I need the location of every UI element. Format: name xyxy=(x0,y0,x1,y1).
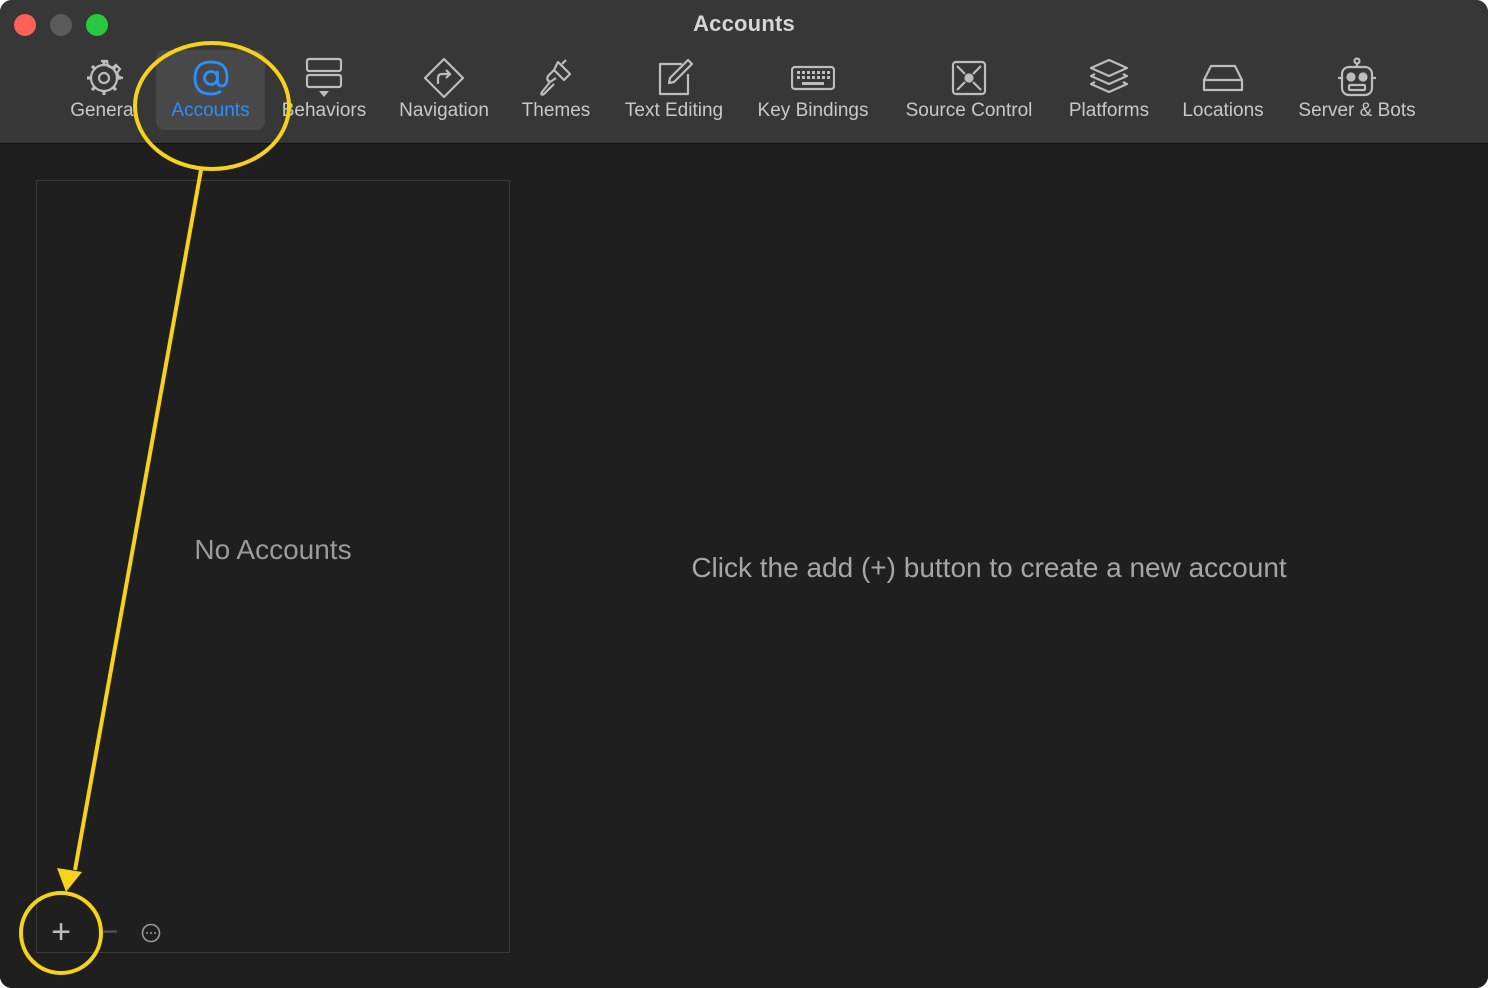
ellipsis-circle-icon xyxy=(140,923,162,948)
robot-icon xyxy=(1335,56,1379,100)
tab-key-bindings[interactable]: Key Bindings xyxy=(746,50,880,130)
tab-label: Navigation xyxy=(399,100,489,121)
tab-platforms[interactable]: Platforms xyxy=(1058,50,1160,130)
tab-label: Text Editing xyxy=(624,100,724,121)
paintbrush-icon xyxy=(534,56,578,100)
navigation-sign-icon xyxy=(422,56,466,100)
tab-themes[interactable]: Themes xyxy=(510,50,602,130)
gear-icon xyxy=(82,56,126,100)
tab-text-editing[interactable]: Text Editing xyxy=(612,50,736,130)
keyboard-icon xyxy=(791,56,835,100)
tab-label: Key Bindings xyxy=(757,100,869,121)
tab-locations[interactable]: Locations xyxy=(1170,50,1276,130)
tab-label: Source Control xyxy=(905,100,1033,121)
preferences-window: Accounts General Accounts Behaviors Navi… xyxy=(0,0,1488,988)
empty-detail-hint: Click the add (+) button to create a new… xyxy=(691,552,1287,583)
add-account-button[interactable]: + xyxy=(46,915,76,949)
tab-label: Behaviors xyxy=(281,100,367,121)
tab-server-bots[interactable]: Server & Bots xyxy=(1286,50,1428,130)
tab-source-control[interactable]: Source Control xyxy=(892,50,1046,130)
layers-icon xyxy=(1087,56,1131,100)
tab-behaviors[interactable]: Behaviors xyxy=(272,50,376,130)
toolbar: Accounts General Accounts Behaviors Navi… xyxy=(0,0,1488,144)
tab-label: Themes xyxy=(521,100,591,121)
tab-label: Server & Bots xyxy=(1298,100,1416,121)
pencil-square-icon xyxy=(652,56,696,100)
behaviors-icon xyxy=(302,56,346,100)
more-options-button[interactable] xyxy=(140,922,162,944)
tab-accounts[interactable]: Accounts xyxy=(156,50,265,130)
tab-navigation[interactable]: Navigation xyxy=(388,50,500,130)
tab-label: Accounts xyxy=(171,100,250,121)
window-title: Accounts xyxy=(693,11,795,36)
tab-label: Platforms xyxy=(1068,100,1150,121)
accounts-pane: No Accounts Click the add (+) button to … xyxy=(0,144,1488,988)
tab-label: General xyxy=(70,100,138,121)
tab-label: Locations xyxy=(1182,100,1264,121)
accounts-list[interactable] xyxy=(36,180,510,953)
tab-general[interactable]: General xyxy=(60,50,148,130)
at-sign-icon xyxy=(189,56,233,100)
remove-account-button[interactable]: − xyxy=(100,916,120,948)
drive-icon xyxy=(1201,56,1245,100)
empty-list-message: No Accounts xyxy=(194,534,352,565)
source-control-icon xyxy=(947,56,991,100)
